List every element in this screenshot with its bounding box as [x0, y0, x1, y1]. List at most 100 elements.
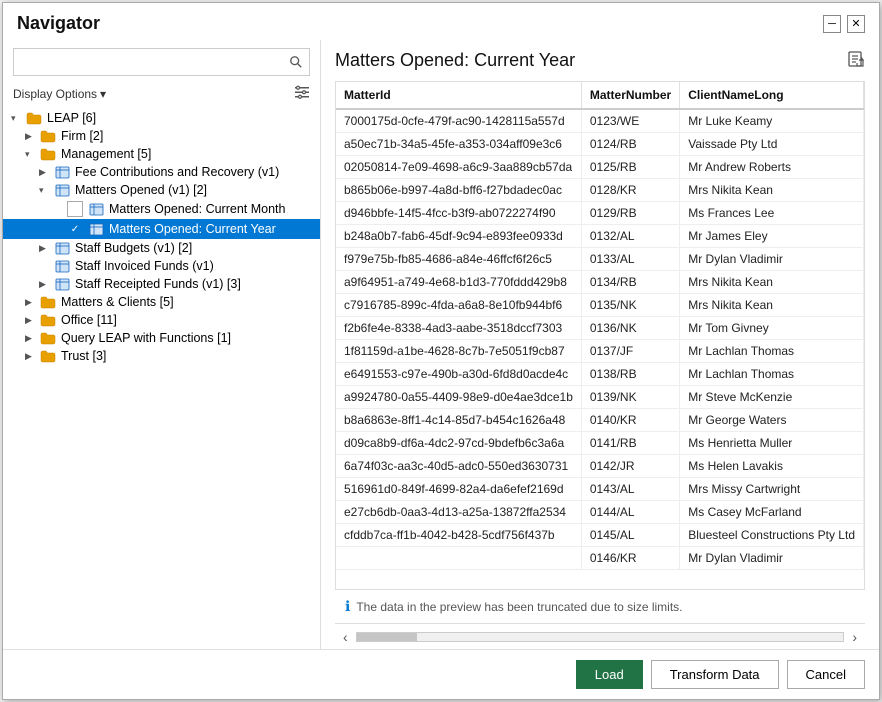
table-icon: [87, 222, 105, 236]
search-input[interactable]: [14, 51, 283, 74]
tree-item-label: Matters Opened: Current Year: [109, 222, 276, 236]
title-bar: Navigator ─ ✕: [3, 3, 879, 40]
right-panel: Matters Opened: Current Year MatterIdMat…: [321, 40, 879, 649]
table-icon: [53, 259, 71, 273]
table-cell: 0139/NK: [581, 386, 679, 409]
table-row: e27cb6db-0aa3-4d13-a25a-13872ffa25340144…: [336, 501, 864, 524]
table-cell: 516961d0-849f-4699-82a4-da6efef2169d: [336, 478, 581, 501]
table-cell: [336, 547, 581, 570]
table-cell: 0132/AL: [581, 225, 679, 248]
scroll-right-button[interactable]: ›: [848, 627, 861, 647]
table-cell: Mr James Eley: [680, 225, 864, 248]
table-cell: 0133/AL: [581, 248, 679, 271]
table-icon: [87, 202, 105, 216]
preview-export-button[interactable]: [847, 50, 865, 71]
tree-item-matters-current-month[interactable]: Matters Opened: Current Month: [3, 199, 320, 219]
tree-item-label: Office [11]: [61, 313, 117, 327]
search-button[interactable]: [283, 49, 309, 75]
tree-item-staff-invoiced[interactable]: Staff Invoiced Funds (v1): [3, 257, 320, 275]
tree-item-label: Fee Contributions and Recovery (v1): [75, 165, 279, 179]
scroll-thumb: [357, 633, 417, 641]
tree-item-fee-contributions[interactable]: ▶ Fee Contributions and Recovery (v1): [3, 163, 320, 181]
display-options-label-text: Display Options: [13, 87, 97, 101]
checkbox-icon[interactable]: [67, 201, 83, 217]
table-cell: Mr Dylan Vladimir: [680, 248, 864, 271]
tree-item-label: Staff Invoiced Funds (v1): [75, 259, 214, 273]
table-cell: 0129/RB: [581, 202, 679, 225]
load-button[interactable]: Load: [576, 660, 643, 689]
table-row: b8a6863e-8ff1-4c14-85d7-b454c1626a480140…: [336, 409, 864, 432]
table-row: f979e75b-fb85-4686-a84e-46ffcf6f26c50133…: [336, 248, 864, 271]
tree-item-matters-opened[interactable]: ▾ Matters Opened (v1) [2]: [3, 181, 320, 199]
table-cell: 0138/RB: [581, 363, 679, 386]
table-cell: d09ca8b9-df6a-4dc2-97cd-9bdefb6c3a6a: [336, 432, 581, 455]
nav-settings-button[interactable]: [294, 84, 310, 103]
tree-item-office[interactable]: ▶ Office [11]: [3, 311, 320, 329]
dialog-title: Navigator: [17, 13, 100, 34]
table-cell: 02050814-7e09-4698-a6c9-3aa889cb57da: [336, 156, 581, 179]
table-cell: a9924780-0a55-4409-98e9-d0e4ae3dce1b: [336, 386, 581, 409]
table-cell: 0145/AL: [581, 524, 679, 547]
cancel-button[interactable]: Cancel: [787, 660, 865, 689]
table-cell: 0146/KR: [581, 547, 679, 570]
tree-item-firm[interactable]: ▶ Firm [2]: [3, 127, 320, 145]
table-cell: 0137/JF: [581, 340, 679, 363]
chevron-icon: ▾: [39, 185, 53, 196]
table-cell: Mrs Nikita Kean: [680, 294, 864, 317]
tree-item-staff-budgets[interactable]: ▶ Staff Budgets (v1) [2]: [3, 239, 320, 257]
table-cell: e27cb6db-0aa3-4d13-a25a-13872ffa2534: [336, 501, 581, 524]
info-icon: ℹ: [345, 598, 350, 615]
tree-item-label: Matters Opened: Current Month: [109, 202, 285, 216]
minimize-button[interactable]: ─: [823, 15, 841, 33]
data-table-container: MatterIdMatterNumberClientNameLong 70001…: [335, 81, 865, 590]
tree-item-matters-current-year[interactable]: ✓ Matters Opened: Current Year: [3, 219, 320, 239]
folder-icon: [39, 295, 57, 309]
table-cell: Ms Helen Lavakis: [680, 455, 864, 478]
table-cell: 6a74f03c-aa3c-40d5-adc0-550ed3630731: [336, 455, 581, 478]
scroll-bar-area: ‹ ›: [335, 623, 865, 649]
table-cell: 0135/NK: [581, 294, 679, 317]
table-cell: Mr Dylan Vladimir: [680, 547, 864, 570]
table-row: 0146/KRMr Dylan Vladimir: [336, 547, 864, 570]
tree-item-label: Query LEAP with Functions [1]: [61, 331, 231, 345]
table-cell: Vaissade Pty Ltd: [680, 133, 864, 156]
table-cell: Mr Lachlan Thomas: [680, 340, 864, 363]
transform-button[interactable]: Transform Data: [651, 660, 779, 689]
tree-item-matters-clients[interactable]: ▶ Matters & Clients [5]: [3, 293, 320, 311]
title-bar-controls: ─ ✕: [823, 15, 865, 33]
table-icon: [53, 277, 71, 291]
table-row: b248a0b7-fab6-45df-9c94-e893fee0933d0132…: [336, 225, 864, 248]
tree-item-label: Matters & Clients [5]: [61, 295, 174, 309]
table-row: 516961d0-849f-4699-82a4-da6efef2169d0143…: [336, 478, 864, 501]
left-panel: Display Options ▾ ▾ LEAP [6] ▶: [3, 40, 321, 649]
chevron-icon: ▶: [25, 315, 39, 326]
navigator-dialog: Navigator ─ ✕ Display Options ▾: [2, 2, 880, 700]
col-header-matternumber: MatterNumber: [581, 82, 679, 109]
tree-item-query-leap[interactable]: ▶ Query LEAP with Functions [1]: [3, 329, 320, 347]
tree-item-label: Staff Receipted Funds (v1) [3]: [75, 277, 241, 291]
close-button[interactable]: ✕: [847, 15, 865, 33]
tree-item-trust[interactable]: ▶ Trust [3]: [3, 347, 320, 365]
tree-container: ▾ LEAP [6]▶ Firm [2]▾ Management [5]▶ Fe…: [3, 107, 320, 649]
table-icon: [53, 241, 71, 255]
tree-item-label: LEAP [6]: [47, 111, 96, 125]
display-options-button[interactable]: Display Options ▾: [13, 87, 106, 101]
table-icon: [53, 165, 71, 179]
folder-icon: [25, 111, 43, 125]
table-row: cfddb7ca-ff1b-4042-b428-5cdf756f437b0145…: [336, 524, 864, 547]
table-row: 02050814-7e09-4698-a6c9-3aa889cb57da0125…: [336, 156, 864, 179]
scroll-left-button[interactable]: ‹: [339, 627, 352, 647]
table-row: f2b6fe4e-8338-4ad3-aabe-3518dccf73030136…: [336, 317, 864, 340]
table-cell: d946bbfe-14f5-4fcc-b3f9-ab0722274f90: [336, 202, 581, 225]
tree-item-staff-receipted[interactable]: ▶ Staff Receipted Funds (v1) [3]: [3, 275, 320, 293]
tree-item-leap[interactable]: ▾ LEAP [6]: [3, 109, 320, 127]
table-row: a50ec71b-34a5-45fe-a353-034aff09e3c60124…: [336, 133, 864, 156]
chevron-icon: ▶: [39, 167, 53, 178]
table-row: 6a74f03c-aa3c-40d5-adc0-550ed36307310142…: [336, 455, 864, 478]
table-cell: f979e75b-fb85-4686-a84e-46ffcf6f26c5: [336, 248, 581, 271]
table-cell: 0124/RB: [581, 133, 679, 156]
checkbox-icon[interactable]: ✓: [67, 221, 83, 237]
tree-item-management[interactable]: ▾ Management [5]: [3, 145, 320, 163]
preview-header: Matters Opened: Current Year: [335, 50, 865, 71]
table-row: a9f64951-a749-4e68-b1d3-770fddd429b80134…: [336, 271, 864, 294]
